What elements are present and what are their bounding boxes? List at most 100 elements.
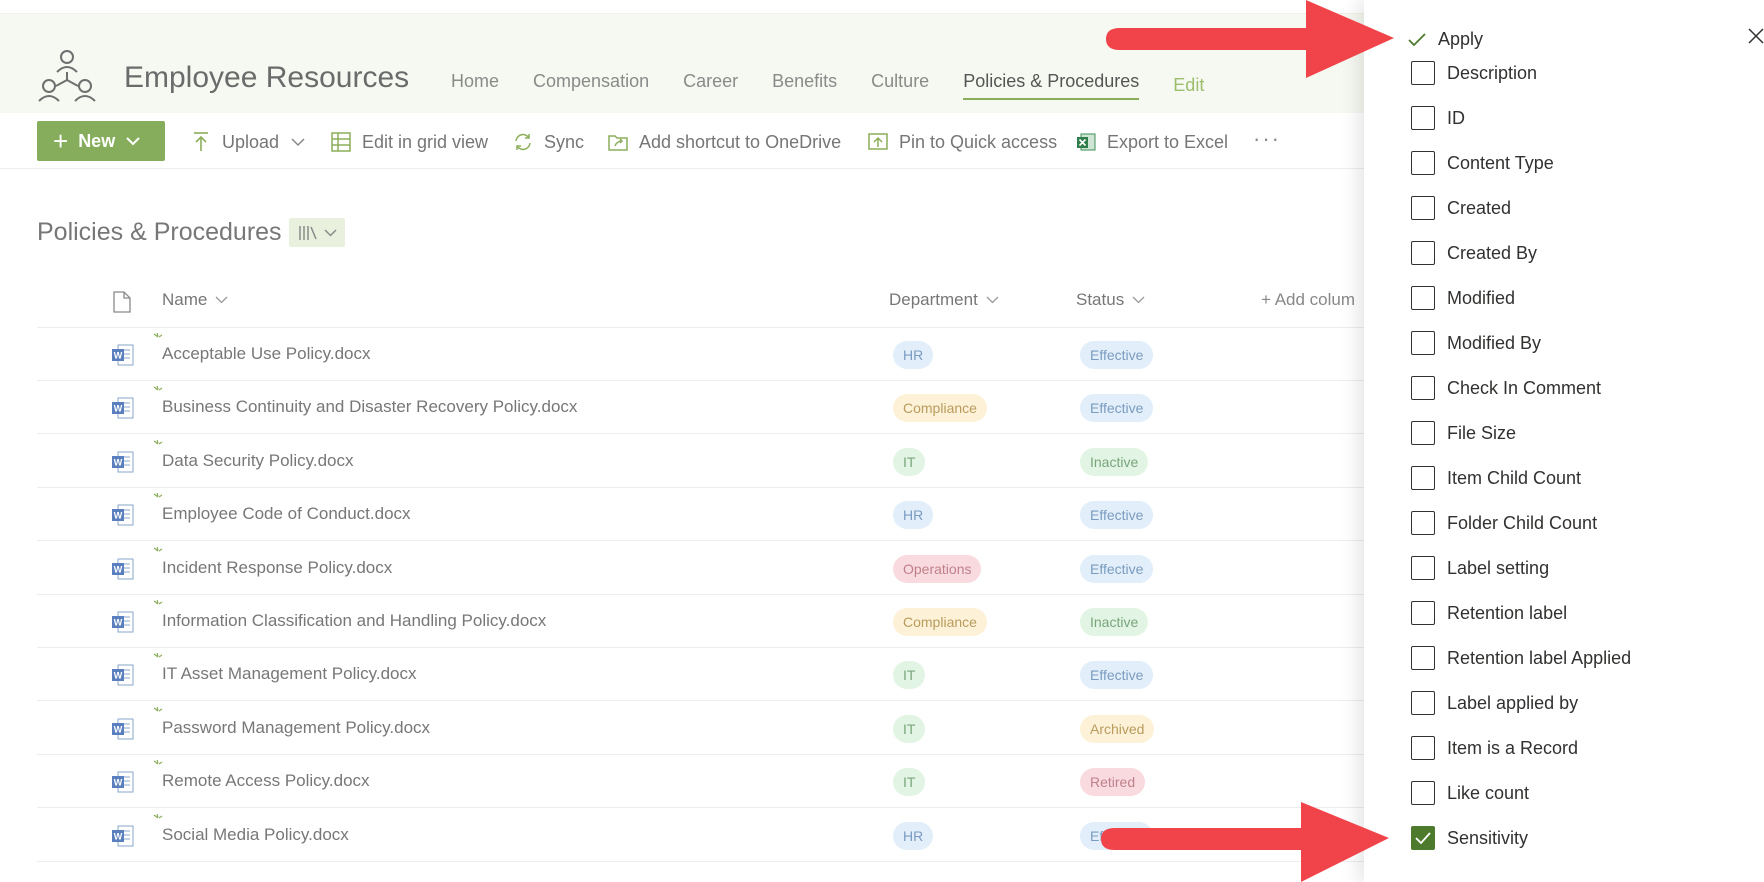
checkbox[interactable] <box>1411 286 1435 310</box>
table-row[interactable]: W Social Media Policy.docx HR Effective <box>37 809 1367 862</box>
column-option-like-count[interactable]: Like count <box>1411 780 1529 806</box>
checkbox[interactable] <box>1411 826 1435 850</box>
add-shortcut-button[interactable]: Add shortcut to OneDrive <box>607 131 841 153</box>
column-option-sensitivity[interactable]: Sensitivity <box>1411 825 1528 851</box>
checkbox[interactable] <box>1411 601 1435 625</box>
table-row[interactable]: W Acceptable Use Policy.docx HR Effective <box>37 328 1367 381</box>
table-row[interactable]: W Password Management Policy.docx IT Archiv… <box>37 702 1367 755</box>
checkbox[interactable] <box>1411 736 1435 760</box>
list-header: Name Department Status + Add colum <box>37 280 1367 328</box>
file-name-link[interactable]: Information Classification and Handling … <box>162 611 546 631</box>
file-name-link[interactable]: Business Continuity and Disaster Recover… <box>162 397 577 417</box>
table-row[interactable]: W Business Continuity and Disaster Recove… <box>37 381 1367 435</box>
column-option-folder-child-count[interactable]: Folder Child Count <box>1411 510 1597 536</box>
checkbox[interactable] <box>1411 106 1435 130</box>
nav-culture[interactable]: Culture <box>871 71 929 100</box>
column-option-item-child-count[interactable]: Item Child Count <box>1411 465 1581 491</box>
site-title[interactable]: Employee Resources <box>124 61 409 95</box>
site-logo-icon[interactable] <box>38 48 96 104</box>
checkbox[interactable] <box>1411 691 1435 715</box>
word-document-icon: W <box>112 451 134 473</box>
chevron-down-icon <box>126 137 140 146</box>
close-icon[interactable] <box>1748 28 1764 44</box>
column-option-check-in-comment[interactable]: Check In Comment <box>1411 375 1601 401</box>
new-item-sparkle-icon <box>153 760 163 765</box>
column-department-label: Department <box>889 290 978 309</box>
nav-policies-procedures[interactable]: Policies & Procedures <box>963 71 1140 100</box>
checkbox[interactable] <box>1411 646 1435 670</box>
column-option-id[interactable]: ID <box>1411 105 1465 131</box>
table-row[interactable]: W Employee Code of Conduct.docx HR Effectiv… <box>37 488 1367 542</box>
apply-button[interactable]: Apply <box>1408 29 1483 50</box>
department-badge: HR <box>893 821 934 850</box>
column-option-label: Check In Comment <box>1447 377 1602 398</box>
column-option-retention-label-applied[interactable]: Retention label Applied <box>1411 645 1631 671</box>
column-option-created[interactable]: Created <box>1411 195 1511 221</box>
checkbox[interactable] <box>1411 61 1435 85</box>
sync-button[interactable]: Sync <box>512 131 584 153</box>
new-item-sparkle-icon <box>153 493 163 498</box>
table-row[interactable]: W Incident Response Policy.docx Operations… <box>37 542 1367 595</box>
column-option-modified[interactable]: Modified <box>1411 285 1515 311</box>
nav-edit-link[interactable]: Edit <box>1173 75 1204 100</box>
nav-compensation[interactable]: Compensation <box>533 71 649 100</box>
pin-quick-access-button[interactable]: Pin to Quick access <box>867 131 1057 153</box>
column-option-content-type[interactable]: Content Type <box>1411 150 1554 176</box>
checkbox[interactable] <box>1411 556 1435 580</box>
file-name-link[interactable]: Employee Code of Conduct.docx <box>162 504 411 524</box>
checkbox[interactable] <box>1411 781 1435 805</box>
column-header-name[interactable]: Name <box>162 290 228 310</box>
table-row[interactable]: W Data Security Policy.docx IT Inactive <box>37 435 1367 488</box>
table-row[interactable]: W Remote Access Policy.docx IT Retired <box>37 755 1367 809</box>
column-option-modified-by[interactable]: Modified By <box>1411 330 1541 356</box>
svg-text:W: W <box>114 404 123 414</box>
department-badge: IT <box>893 447 926 476</box>
upload-button[interactable]: Upload <box>190 131 305 153</box>
checkbox[interactable] <box>1411 376 1435 400</box>
checkbox[interactable] <box>1411 421 1435 445</box>
more-options-button[interactable]: ··· <box>1253 126 1281 152</box>
table-row[interactable]: W IT Asset Management Policy.docx IT Effect… <box>37 648 1367 702</box>
column-option-item-is-a-record[interactable]: Item is a Record <box>1411 735 1578 761</box>
column-option-label-setting[interactable]: Label setting <box>1411 555 1549 581</box>
column-option-retention-label[interactable]: Retention label <box>1411 600 1567 626</box>
column-option-file-size[interactable]: File Size <box>1411 420 1516 446</box>
checkbox[interactable] <box>1411 466 1435 490</box>
file-name-link[interactable]: Remote Access Policy.docx <box>162 771 370 791</box>
file-type-icon[interactable] <box>113 291 131 313</box>
column-header-department[interactable]: Department <box>889 290 999 310</box>
svg-text:W: W <box>114 671 123 681</box>
sync-icon <box>515 133 531 151</box>
checkbox[interactable] <box>1411 196 1435 220</box>
new-item-sparkle-icon <box>153 813 163 819</box>
sync-label: Sync <box>544 131 585 152</box>
file-name-link[interactable]: Password Management Policy.docx <box>162 718 430 738</box>
column-header-status[interactable]: Status <box>1076 290 1145 310</box>
column-option-description[interactable]: Description <box>1411 60 1537 86</box>
file-name-link[interactable]: IT Asset Management Policy.docx <box>162 664 417 684</box>
file-name-link[interactable]: Incident Response Policy.docx <box>162 558 392 578</box>
add-column-button[interactable]: + Add colum <box>1261 290 1355 310</box>
checkbox[interactable] <box>1411 331 1435 355</box>
nav-home[interactable]: Home <box>451 71 499 100</box>
new-item-sparkle-icon <box>153 653 163 658</box>
column-option-created-by[interactable]: Created By <box>1411 240 1537 266</box>
table-row[interactable]: W Information Classification and Handling… <box>37 595 1367 648</box>
word-document-icon: W <box>112 397 134 419</box>
file-name-link[interactable]: Social Media Policy.docx <box>162 825 349 845</box>
nav-benefits[interactable]: Benefits <box>772 71 837 100</box>
checkbox[interactable] <box>1411 241 1435 265</box>
svg-text:W: W <box>114 564 123 574</box>
column-option-label-applied-by[interactable]: Label applied by <box>1411 690 1578 716</box>
checkbox[interactable] <box>1411 511 1435 535</box>
new-button[interactable]: + New <box>37 121 165 161</box>
word-document-icon: W <box>112 504 134 526</box>
status-badge: Inactive <box>1080 447 1149 476</box>
view-switcher-button[interactable] <box>289 218 345 247</box>
nav-career[interactable]: Career <box>683 71 738 100</box>
edit-grid-view-button[interactable]: Edit in grid view <box>330 131 488 153</box>
export-excel-button[interactable]: Export to Excel <box>1075 131 1228 153</box>
file-name-link[interactable]: Acceptable Use Policy.docx <box>162 344 371 364</box>
checkbox[interactable] <box>1411 151 1435 175</box>
file-name-link[interactable]: Data Security Policy.docx <box>162 451 353 471</box>
